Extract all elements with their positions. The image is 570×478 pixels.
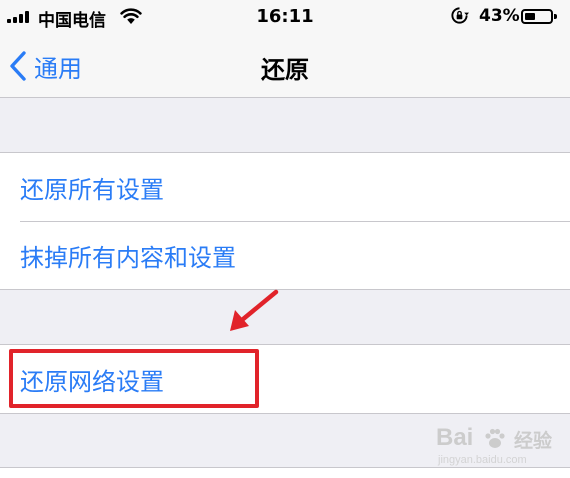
erase-all-content-cell[interactable]: 抹掉所有内容和设置 xyxy=(0,221,570,289)
baidu-jingyan-watermark: Bai 经验 jingyan.baidu.com xyxy=(436,424,566,472)
paw-icon xyxy=(485,428,505,448)
page-title: 还原 xyxy=(261,56,309,84)
battery-percentage: 43% xyxy=(479,6,520,26)
rotation-lock-icon xyxy=(451,7,469,24)
reset-all-settings-label: 还原所有设置 xyxy=(20,175,164,204)
annotation-highlight-box xyxy=(9,349,259,408)
annotation-arrow-icon xyxy=(230,289,279,331)
battery-icon xyxy=(521,9,557,24)
status-bar: 中国电信 16:11 43% xyxy=(0,0,570,34)
watermark-domain: jingyan.baidu.com xyxy=(438,454,527,466)
watermark-brand: Bai xyxy=(436,424,474,451)
reset-options-group: 还原所有设置 抹掉所有内容和设置 xyxy=(0,152,570,290)
watermark-service: 经验 xyxy=(514,430,553,452)
reset-all-settings-cell[interactable]: 还原所有设置 xyxy=(0,153,570,221)
erase-all-content-label: 抹掉所有内容和设置 xyxy=(20,243,236,272)
navigation-bar: 通用 还原 xyxy=(0,34,570,98)
